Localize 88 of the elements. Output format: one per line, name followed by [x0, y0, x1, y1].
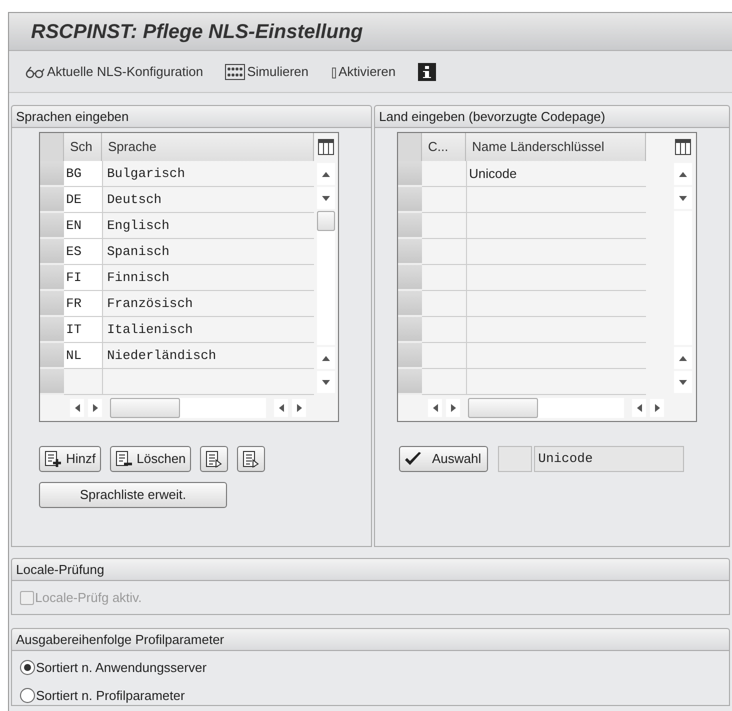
column-header[interactable]: Sch — [64, 133, 102, 161]
scrollbar-thumb[interactable] — [110, 398, 180, 418]
scroll-left-button[interactable] — [632, 399, 646, 417]
add-button[interactable]: Hinzf — [39, 446, 101, 472]
right-arrow-icon — [296, 403, 302, 413]
column-header[interactable]: Sprache — [102, 133, 314, 161]
group-header: Land eingeben (bevorzugte Codepage) — [375, 106, 729, 128]
scrollbar-thumb[interactable] — [317, 211, 335, 231]
scroll-up-button[interactable] — [674, 163, 692, 185]
table-cell: Finnisch — [102, 265, 314, 291]
scroll-up-button[interactable] — [674, 347, 692, 369]
group-header: Locale-Prüfung — [12, 559, 729, 581]
row-selector[interactable] — [398, 133, 422, 161]
scroll-right-button[interactable] — [650, 399, 664, 417]
column-header[interactable]: C... — [422, 133, 466, 161]
table-cell: ES — [64, 239, 102, 265]
left-arrow-icon — [636, 403, 642, 413]
column-settings-icon — [318, 139, 334, 155]
up-arrow-icon — [321, 354, 331, 362]
input-field[interactable]: Unicode — [534, 446, 684, 472]
left-arrow-icon — [432, 403, 438, 413]
column-settings-icon — [675, 139, 691, 155]
checkmark-icon — [404, 451, 422, 467]
row-selector[interactable] — [40, 133, 64, 161]
scroll-left-button[interactable] — [428, 399, 442, 417]
window-title: RSCPINST: Pflege NLS-Einstellung — [31, 20, 363, 44]
glasses-icon — [25, 64, 45, 78]
scroll-left-button[interactable] — [274, 399, 288, 417]
down-arrow-icon — [321, 378, 331, 386]
left-arrow-icon — [278, 403, 284, 413]
toolbar-button[interactable]: Aktuelle NLS-Konfiguration — [25, 62, 204, 82]
scroll-right-button[interactable] — [292, 399, 306, 417]
document-arrow-icon — [204, 450, 223, 468]
column-header[interactable]: Name Länderschlüssel — [466, 133, 646, 161]
table-cell: Französisch — [102, 291, 314, 317]
table-cell: Englisch — [102, 213, 314, 239]
scroll-right-button[interactable] — [88, 399, 102, 417]
radio-button[interactable]: Sortiert n. Profilparameter — [20, 686, 721, 705]
table-cell: IT — [64, 317, 102, 343]
right-arrow-icon — [92, 403, 98, 413]
scroll-left-button[interactable] — [70, 399, 84, 417]
down-arrow-icon — [678, 194, 688, 202]
scroll-down-button[interactable] — [674, 371, 692, 393]
table-cell: Unicode — [466, 161, 646, 187]
delete-row-icon — [114, 450, 133, 468]
table-cell: Spanisch — [102, 239, 314, 265]
scroll-up-button[interactable] — [317, 347, 335, 369]
group-header: Sprachen eingeben — [12, 106, 371, 128]
scroll-up-button[interactable] — [317, 163, 335, 185]
document-arrow-icon — [242, 450, 260, 468]
table-cell: Bulgarisch — [102, 161, 314, 187]
export-button[interactable] — [200, 446, 228, 472]
scroll-down-button[interactable] — [317, 371, 335, 393]
info-button[interactable] — [418, 62, 436, 80]
extend-list-button[interactable]: Sprachliste erweit. — [39, 482, 227, 508]
left-arrow-icon — [74, 403, 80, 413]
table-cell: Italienisch — [102, 317, 314, 343]
select-button[interactable]: Auswahl — [399, 446, 488, 472]
down-arrow-icon — [321, 194, 331, 202]
toolbar-button[interactable]: Simulieren — [225, 62, 309, 82]
up-arrow-icon — [678, 170, 688, 178]
delete-button[interactable]: Löschen — [110, 446, 191, 472]
radio-button[interactable]: Sortiert n. Anwendungsserver — [20, 658, 721, 678]
scroll-down-button[interactable] — [674, 187, 692, 209]
scrollbar-thumb[interactable] — [468, 398, 538, 418]
table-cell: BG — [64, 161, 102, 187]
up-arrow-icon — [321, 170, 331, 178]
up-arrow-icon — [678, 354, 688, 362]
right-arrow-icon — [450, 403, 456, 413]
right-arrow-icon — [654, 403, 660, 413]
table-cell: Deutsch — [102, 187, 314, 213]
grid-icon — [225, 64, 246, 80]
match-icon — [330, 64, 337, 78]
group-header: Ausgabereihenfolge Profilparameter — [12, 629, 729, 651]
scroll-right-button[interactable] — [446, 399, 460, 417]
down-arrow-icon — [678, 378, 688, 386]
export-button[interactable] — [236, 446, 265, 472]
table-cell: NL — [64, 343, 102, 369]
table-cell: FR — [64, 291, 102, 317]
table-cell: FI — [64, 265, 102, 291]
table-cell: DE — [64, 187, 102, 213]
toolbar-button[interactable]: Aktivieren — [330, 62, 396, 82]
add-row-icon — [44, 450, 62, 468]
input-field[interactable] — [498, 446, 532, 472]
info-icon — [418, 62, 436, 80]
table-cell: Niederländisch — [102, 343, 314, 369]
table-cell: EN — [64, 213, 102, 239]
scroll-down-button[interactable] — [317, 187, 335, 209]
